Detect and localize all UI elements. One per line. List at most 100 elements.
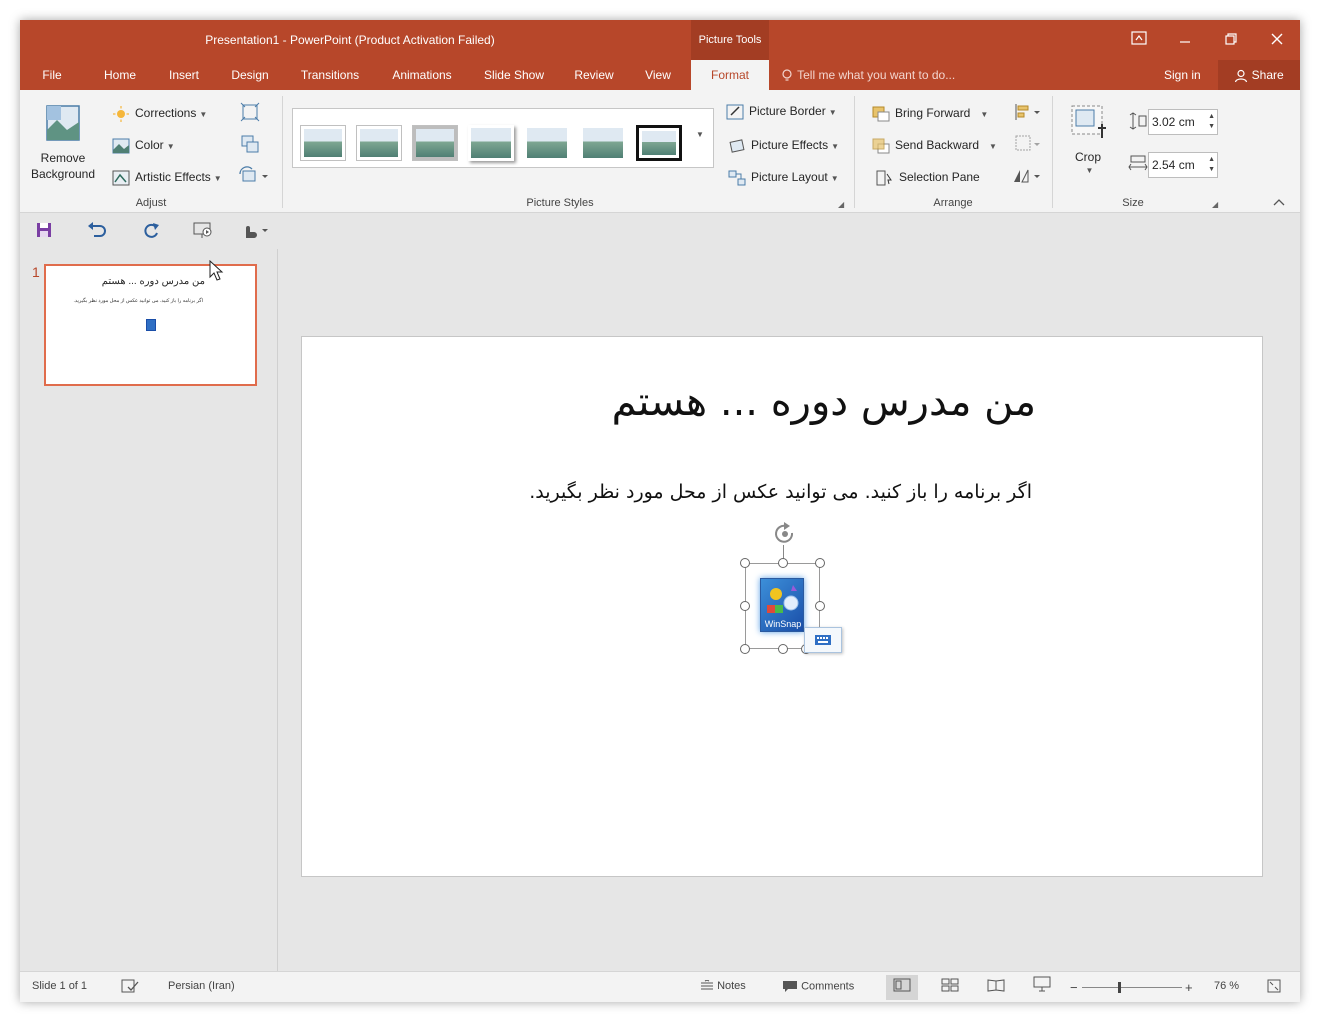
change-picture-icon[interactable] (240, 134, 260, 154)
send-backward-icon (872, 138, 890, 154)
picture-style-gray-frame[interactable] (412, 125, 458, 161)
tab-view[interactable]: View (638, 60, 678, 90)
shape-height-input[interactable]: 3.02 cm ▲ ▼ (1148, 109, 1218, 135)
align-icon[interactable] (1014, 102, 1044, 122)
slide-thumbnail-pane: 1 من مدرس دوره ... هستم اگر برنامه را با… (20, 249, 278, 971)
quick-access-toolbar (20, 213, 1300, 249)
language-indicator[interactable]: Persian (Iran) (168, 980, 235, 992)
picture-style-soft-rectangle[interactable] (580, 125, 626, 161)
picture-styles-gallery[interactable] (292, 108, 714, 168)
reset-picture-icon[interactable] (238, 166, 272, 186)
zoom-in-button[interactable]: + (1185, 980, 1193, 995)
redo-icon[interactable] (140, 220, 166, 242)
shape-width-input[interactable]: 2.54 cm ▲ ▼ (1148, 152, 1218, 178)
selection-pane-button[interactable]: Selection Pane (876, 166, 980, 188)
share-button[interactable]: Share (1218, 60, 1300, 90)
sign-in-link[interactable]: Sign in (1164, 60, 1201, 90)
gallery-more-icon[interactable]: ▼ (692, 130, 708, 146)
resize-handle-left[interactable] (740, 601, 750, 611)
tab-review[interactable]: Review (568, 60, 620, 90)
collapse-ribbon-icon[interactable] (1272, 196, 1286, 208)
send-backward-button[interactable]: Send Backward ▼ (872, 134, 997, 156)
resize-handle-top-left[interactable] (740, 558, 750, 568)
tab-animations[interactable]: Animations (384, 60, 460, 90)
resize-handle-top[interactable] (778, 558, 788, 568)
picture-style-reflected[interactable] (524, 125, 570, 161)
tell-me-search[interactable]: Tell me what you want to do... (782, 60, 955, 90)
slide-body-text[interactable]: اگر برنامه را باز کنید. می توانید عکس از… (529, 481, 1032, 503)
picture-styles-launcher-icon[interactable]: ◢ (838, 200, 844, 209)
selection-pane-label: Selection Pane (899, 170, 980, 184)
width-spinner-icon[interactable]: ▲ ▼ (1208, 155, 1215, 175)
height-spinner-icon[interactable]: ▲ ▼ (1208, 112, 1215, 132)
resize-handle-bottom-left[interactable] (740, 644, 750, 654)
ribbon-display-options-icon[interactable] (1124, 28, 1154, 52)
keyboard-icon[interactable] (804, 627, 842, 653)
color-icon (112, 138, 130, 154)
picture-style-thick-black[interactable] (636, 125, 682, 161)
tab-file[interactable]: File (34, 60, 70, 90)
close-icon[interactable] (1262, 28, 1292, 52)
save-icon[interactable] (34, 220, 60, 242)
compress-pictures-icon[interactable] (240, 102, 260, 122)
tab-slide-show[interactable]: Slide Show (478, 60, 550, 90)
tab-home[interactable]: Home (98, 60, 142, 90)
height-icon (1128, 112, 1148, 130)
group-objects-icon[interactable] (1014, 134, 1044, 154)
picture-style-soft-edge[interactable] (356, 125, 402, 161)
comments-button[interactable]: Comments (782, 980, 854, 993)
shape-width-value: 2.54 cm (1152, 158, 1195, 172)
bring-forward-button[interactable]: Bring Forward ▼ (872, 102, 988, 124)
spell-check-icon[interactable] (120, 978, 140, 997)
reading-view-icon[interactable] (980, 975, 1012, 1000)
notes-label: Notes (717, 980, 746, 992)
zoom-slider-thumb[interactable] (1118, 982, 1121, 993)
crop-icon (1068, 102, 1108, 144)
rotate-handle-icon[interactable] (772, 521, 798, 553)
bring-forward-icon (872, 106, 890, 122)
slide-show-icon[interactable] (1026, 975, 1058, 1000)
remove-background-button[interactable]: Remove Background (28, 98, 98, 188)
touch-mouse-mode-icon[interactable] (240, 220, 270, 242)
tab-design[interactable]: Design (226, 60, 274, 90)
tab-format[interactable]: Format (691, 60, 769, 90)
color-button[interactable]: Color ▼ (112, 134, 175, 156)
picture-effects-button[interactable]: Picture Effects ▼ (728, 134, 839, 156)
picture-border-button[interactable]: Picture Border ▼ (726, 100, 837, 122)
picture-layout-button[interactable]: Picture Layout ▼ (728, 166, 839, 188)
zoom-slider[interactable] (1082, 982, 1182, 993)
corrections-button[interactable]: Corrections ▼ (112, 102, 207, 124)
shape-height-value: 3.02 cm (1152, 115, 1195, 129)
slide-canvas[interactable]: من مدرس دوره ... هستم اگر برنامه را باز … (301, 336, 1263, 877)
sun-icon (112, 105, 130, 122)
color-label: Color (135, 138, 164, 152)
zoom-out-button[interactable]: − (1070, 980, 1078, 995)
crop-label: Crop (1074, 150, 1101, 164)
notes-button[interactable]: Notes (700, 979, 746, 992)
zoom-level[interactable]: 76 % (1214, 980, 1239, 992)
picture-style-simple-frame[interactable] (300, 125, 346, 161)
crop-button[interactable]: Crop ▼ (1064, 102, 1112, 192)
tab-insert[interactable]: Insert (162, 60, 206, 90)
artistic-effects-button[interactable]: Artistic Effects ▼ (112, 166, 222, 188)
title-bar: Presentation1 - PowerPoint (Product Acti… (20, 20, 1300, 60)
rotate-objects-icon[interactable] (1012, 166, 1044, 186)
arrange-group-label: Arrange (933, 197, 973, 209)
slide-sorter-icon[interactable] (934, 975, 966, 1000)
start-from-beginning-icon[interactable] (192, 220, 218, 242)
slide-title[interactable]: من مدرس دوره ... هستم (612, 379, 1036, 425)
size-launcher-icon[interactable]: ◢ (1212, 200, 1218, 209)
slide-thumbnail[interactable]: من مدرس دوره ... هستم اگر برنامه را باز … (44, 264, 257, 386)
resize-handle-bottom[interactable] (778, 644, 788, 654)
mouse-cursor-icon (209, 259, 225, 282)
tab-transitions[interactable]: Transitions (294, 60, 366, 90)
picture-style-drop-shadow[interactable] (468, 125, 514, 161)
normal-view-icon[interactable] (886, 975, 918, 1000)
resize-handle-top-right[interactable] (815, 558, 825, 568)
undo-icon[interactable] (86, 220, 112, 242)
resize-handle-right[interactable] (815, 601, 825, 611)
fit-to-window-icon[interactable] (1266, 978, 1282, 997)
comments-label: Comments (801, 980, 855, 993)
minimize-icon[interactable] (1170, 28, 1200, 52)
restore-icon[interactable] (1216, 28, 1246, 52)
